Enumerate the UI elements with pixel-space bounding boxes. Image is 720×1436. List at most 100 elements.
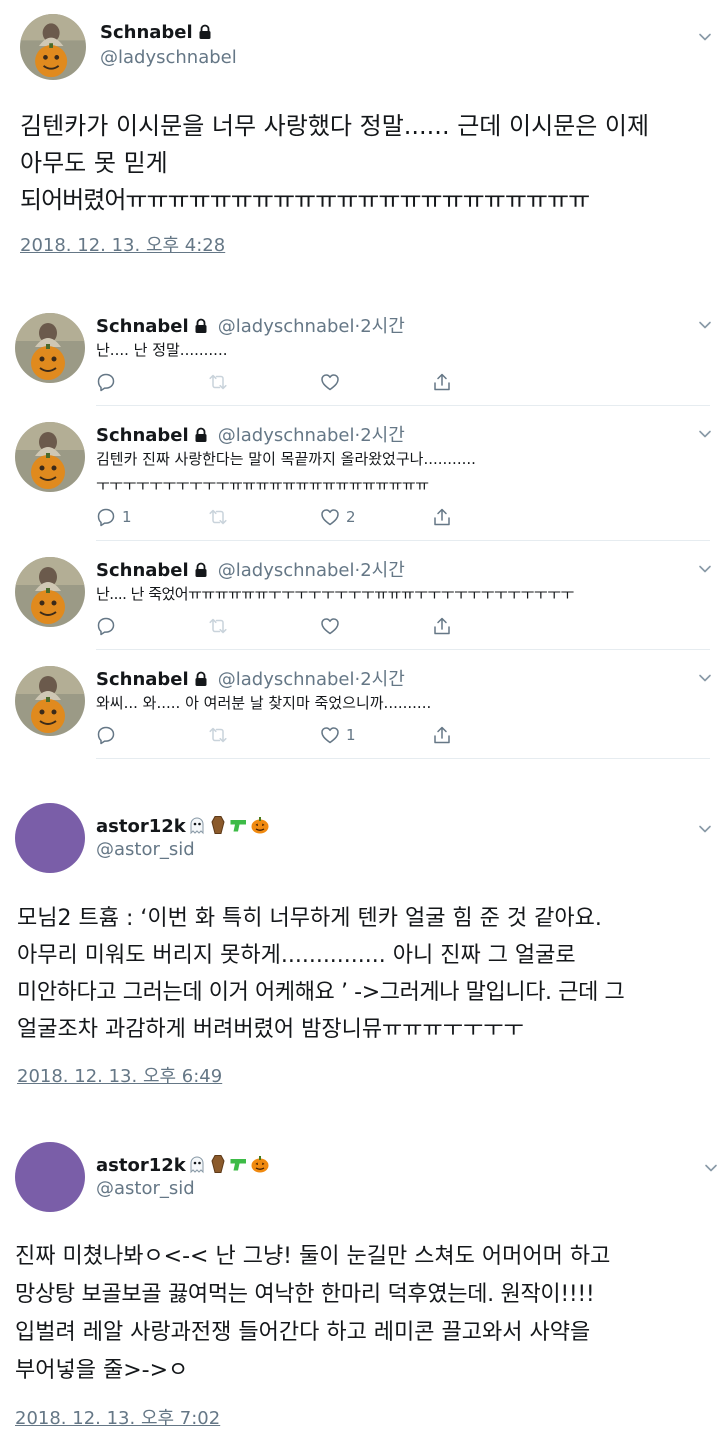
chevron-down-icon[interactable] [698,318,712,332]
avatar[interactable] [15,422,85,492]
tweet-line: 아무도 못 믿게 [20,149,168,177]
like-button[interactable] [320,616,432,636]
reply-time[interactable]: 2시간 [360,316,405,337]
tweet-line: 모님2 트흄 : ‘이번 화 특히 너무하게 텐카 얼굴 힘 준 것 같아요. [17,906,602,931]
author-name[interactable]: Schnabel [96,560,189,581]
author-handle[interactable]: @ladyschnabel [218,669,355,690]
chevron-down-icon[interactable] [698,671,712,685]
avatar[interactable] [15,313,85,383]
reply-button[interactable] [96,372,208,392]
tweet-date[interactable]: 2018. 12. 13. 오후 4:28 [20,231,225,257]
author-handle[interactable]: @ladyschnabel [218,425,355,446]
author-handle[interactable]: @astor_sid [96,1178,195,1199]
share-button[interactable] [432,507,544,527]
ghost-icon [187,1154,207,1174]
avatar[interactable] [15,1142,85,1212]
author-name[interactable]: Schnabel [100,22,193,43]
reply-button[interactable] [96,616,208,636]
jack-o-lantern-icon [250,1154,270,1174]
avatar[interactable] [20,14,86,80]
reply-button[interactable] [96,725,208,745]
like-button[interactable] [320,372,432,392]
share-button[interactable] [432,725,544,745]
reply-text: 김텐카 진짜 사랑한다는 말이 목끝까지 올라왔었구나........... ㅜ… [96,448,476,496]
avatar-image [15,666,85,736]
water-pistol-icon [229,1154,249,1174]
lock-icon [193,562,209,578]
chevron-down-icon[interactable] [704,1161,718,1175]
avatar-image [15,422,85,492]
author-name[interactable]: Schnabel [96,316,189,337]
reply-icon [96,507,116,527]
reply-line: 난.... 난 정말.......... [96,341,228,359]
chevron-down-icon[interactable] [698,822,712,836]
author-handle[interactable]: @ladyschnabel [100,47,237,68]
reply-line: 김텐카 진짜 사랑한다는 말이 목끝까지 올라왔었구나........... [96,450,476,468]
retweet-button[interactable] [208,372,320,392]
reply-line: 난.... 난 죽었어ㅠㅠㅠㅠㅠㅠㅜㅜㅜㅜㅜㅜㅜㅜㅠㅠㅠㅜㅜㅜㅜㅜㅜㅜㅜㅜㅜㅜㅜ [96,585,574,603]
author-handle[interactable]: @astor_sid [96,839,195,860]
reply-time[interactable]: 2시간 [360,560,405,581]
share-button[interactable] [432,372,544,392]
tweet-line: 망상탕 보골보골 끓여먹는 여낙한 한마리 덕후였는데. 원작이!!!! [15,1282,595,1307]
tweet-line: 되어버렸어ㅠㅠㅠㅠㅠㅠㅠㅠㅠㅠㅠㅠㅠㅠㅠㅠㅠㅠㅠㅠㅠㅠ [20,186,590,214]
reply-line: 와씨... 와..... 아 여러분 날 찾지마 죽었으니까.......... [96,694,432,712]
like-count: 2 [346,508,356,526]
share-button[interactable] [432,616,544,636]
action-bar: 1 2 [96,507,544,527]
tweet-date[interactable]: 2018. 12. 13. 오후 7:02 [15,1404,220,1430]
author-name[interactable]: Schnabel [96,425,189,446]
retweet-button[interactable] [208,507,320,527]
tweet-line: 부어넣을 줄>->ㅇ [15,1358,189,1383]
chevron-down-icon[interactable] [698,30,712,44]
like-button[interactable]: 1 [320,725,432,745]
reply-time[interactable]: 2시간 [360,425,405,446]
jack-o-lantern-icon [250,815,270,835]
heart-icon [320,616,340,636]
heart-icon [320,507,340,527]
avatar[interactable] [15,557,85,627]
tweet-line: 입벌려 레알 사랑과전쟁 들어간다 하고 레미콘 끌고와서 사약을 [15,1320,591,1345]
ghost-icon [187,815,207,835]
avatar-image [15,557,85,627]
coffin-icon [208,1154,228,1174]
retweet-button[interactable] [208,725,320,745]
reply-time[interactable]: 2시간 [360,669,405,690]
lock-icon [193,318,209,334]
share-icon [432,507,452,527]
reply-icon [96,372,116,392]
retweet-button[interactable] [208,616,320,636]
retweet-icon [208,725,228,745]
reply-text: 난.... 난 정말.......... [96,339,228,361]
reply-button[interactable]: 1 [96,507,208,527]
avatar-image [15,313,85,383]
heart-icon [320,725,340,745]
author-handle[interactable]: @ladyschnabel [218,316,355,337]
tweet-text: 김텐카가 이시문을 너무 사랑했다 정말...... 근데 이시문은 이제 아무… [20,108,649,219]
author-name[interactable]: astor12k [96,816,186,837]
author-name[interactable]: Schnabel [96,669,189,690]
lock-icon [197,24,213,40]
avatar[interactable] [15,803,85,873]
retweet-icon [208,372,228,392]
tweet-line: 얼굴조차 과감하게 버려버렸어 밤장니뮤ㅠㅠㅠㅜㅜㅜㅜ [17,1017,524,1042]
chevron-down-icon[interactable] [698,562,712,576]
lock-icon [193,427,209,443]
reply-icon [96,616,116,636]
divider [96,758,710,759]
reply-header: Schnabel @ladyschnabel·2시간 [96,425,405,446]
retweet-icon [208,616,228,636]
reply-text: 와씨... 와..... 아 여러분 날 찾지마 죽었으니까.......... [96,692,431,714]
coffin-icon [208,815,228,835]
share-icon [432,616,452,636]
chevron-down-icon[interactable] [698,427,712,441]
tweet-text: 진짜 미쳤나봐ㅇ<-< 난 그냥! 둘이 눈길만 스쳐도 어머어머 하고 망상탕… [15,1238,610,1390]
author-handle[interactable]: @ladyschnabel [218,560,355,581]
reply-count: 1 [122,508,132,526]
divider [96,649,710,650]
reply-icon [96,725,116,745]
avatar[interactable] [15,666,85,736]
author-name[interactable]: astor12k [96,1155,186,1176]
like-button[interactable]: 2 [320,507,432,527]
tweet-date[interactable]: 2018. 12. 13. 오후 6:49 [17,1062,222,1088]
